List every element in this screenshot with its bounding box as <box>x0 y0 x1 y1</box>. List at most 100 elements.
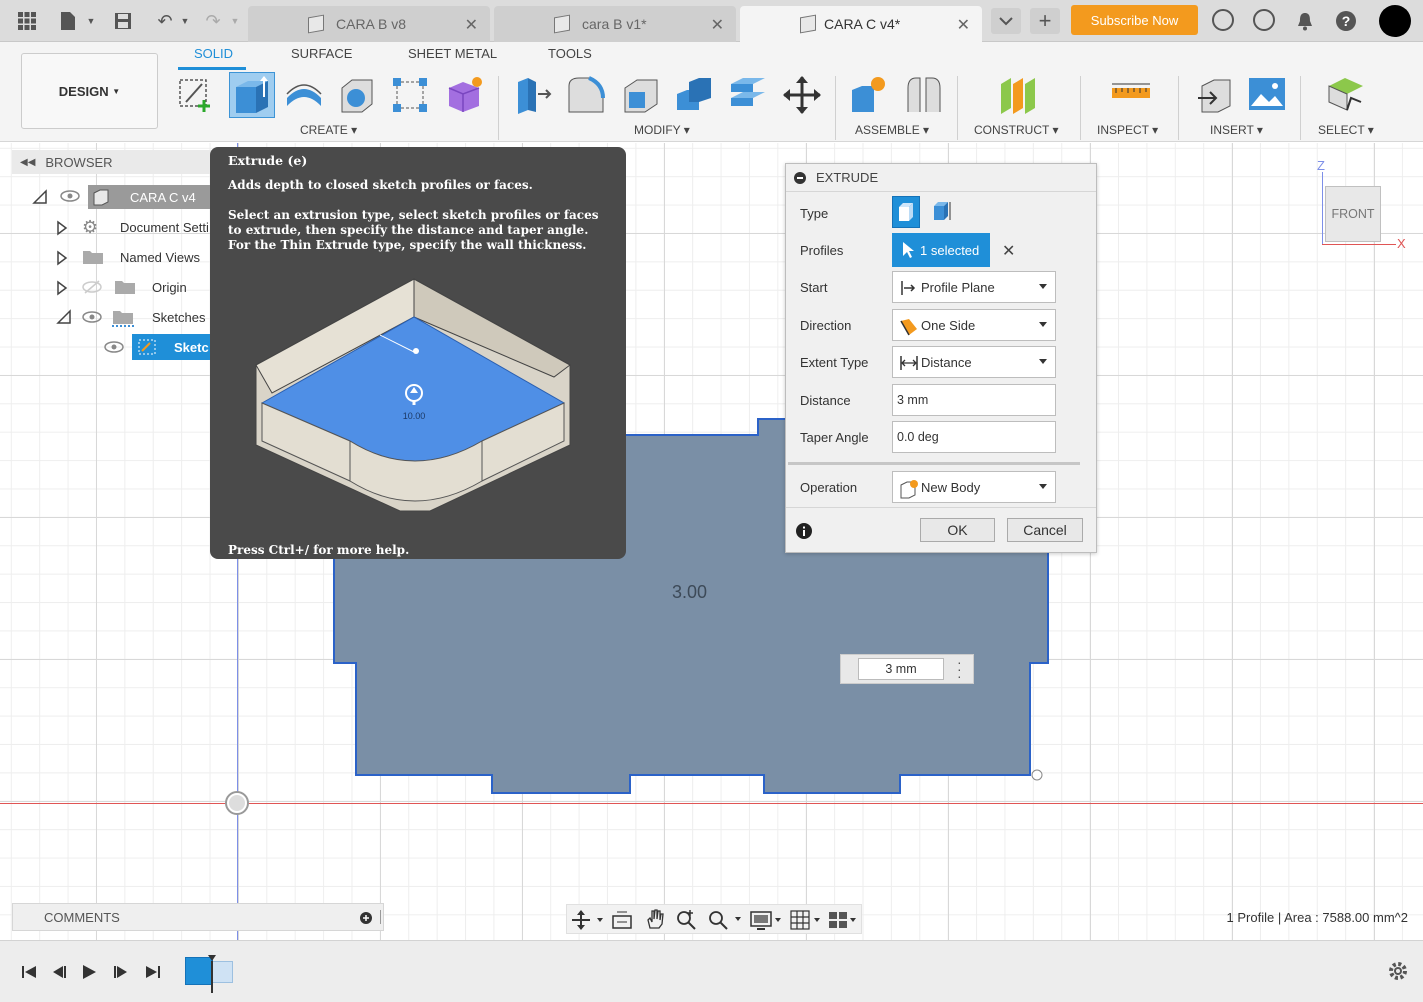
browser-root-item[interactable]: CARA C v4 <box>12 183 212 211</box>
distance-input[interactable]: 3 mm <box>892 384 1056 416</box>
browser-item-origin[interactable]: Origin <box>12 273 212 301</box>
timeline-sketch-feature[interactable] <box>183 955 239 993</box>
expand-triangle-icon[interactable] <box>32 189 48 208</box>
close-tab-icon[interactable]: ✕ <box>957 15 970 35</box>
hidden-eye-icon[interactable] <box>82 280 102 297</box>
step-forward-icon[interactable] <box>110 961 132 983</box>
undo-chevron-icon[interactable]: ▼ <box>172 8 198 34</box>
document-tab-cara-b-v8[interactable]: CARA B v8 ✕ <box>248 6 490 42</box>
collapse-browser-icon[interactable]: ◀◀ <box>20 157 35 168</box>
one-side-extrude-type-button[interactable] <box>892 196 920 228</box>
tab-surface[interactable]: SURFACE <box>291 46 352 61</box>
panel-resize-handle[interactable] <box>380 910 382 924</box>
extent-type-dropdown[interactable]: Distance <box>892 346 1056 378</box>
add-comment-icon[interactable] <box>360 912 372 927</box>
insert-derive-icon[interactable] <box>1194 74 1236 116</box>
viewports-icon[interactable] <box>827 909 861 934</box>
close-tab-icon[interactable]: ✕ <box>711 15 724 35</box>
orbit-icon[interactable] <box>571 909 603 934</box>
play-icon[interactable] <box>78 961 100 983</box>
info-icon[interactable] <box>796 523 812 542</box>
expand-triangle-icon[interactable] <box>56 309 72 328</box>
direction-dropdown[interactable]: One Side <box>892 309 1056 341</box>
assemble-group-label[interactable]: ASSEMBLE ▾ <box>855 123 929 137</box>
expand-triangle-icon[interactable] <box>56 280 68 299</box>
more-options-icon[interactable]: · · · <box>957 655 963 683</box>
browser-item-sketches[interactable]: Sketches <box>12 303 212 331</box>
expand-triangle-icon[interactable] <box>56 220 68 239</box>
pan-hand-icon[interactable] <box>644 908 666 933</box>
grid-settings-icon[interactable] <box>789 909 823 934</box>
view-cube[interactable]: Z X FRONT <box>1317 156 1407 256</box>
tab-overflow-chevron-icon[interactable] <box>991 8 1021 34</box>
app-grid-icon[interactable] <box>14 8 40 34</box>
display-settings-icon[interactable] <box>749 909 783 934</box>
browser-item-named-views[interactable]: Named Views <box>12 243 212 271</box>
insert-canvas-icon[interactable] <box>1247 74 1289 116</box>
view-cube-front-face[interactable]: FRONT <box>1325 186 1381 242</box>
construct-group-label[interactable]: CONSTRUCT ▾ <box>974 123 1058 137</box>
zoom-icon[interactable] <box>675 908 697 933</box>
select-icon[interactable] <box>1325 74 1367 116</box>
extrude-icon[interactable] <box>229 72 275 118</box>
form-icon[interactable] <box>443 74 485 116</box>
new-tab-plus-icon[interactable]: + <box>1030 8 1060 34</box>
start-dropdown[interactable]: Profile Plane <box>892 271 1056 303</box>
create-sketch-icon[interactable] <box>176 74 218 116</box>
save-icon[interactable] <box>110 8 136 34</box>
extensions-icon[interactable] <box>1212 9 1234 31</box>
job-status-icon[interactable] <box>1253 9 1275 31</box>
offset-face-icon[interactable] <box>727 74 769 116</box>
help-icon[interactable]: ? <box>1333 8 1359 34</box>
visibility-eye-icon[interactable] <box>104 340 124 357</box>
revolve-icon[interactable] <box>283 74 325 116</box>
extrude-dialog-header[interactable]: EXTRUDE <box>786 164 1096 192</box>
shell-icon[interactable] <box>619 74 661 116</box>
distance-manipulator-input[interactable]: 3 mm <box>858 658 944 680</box>
taper-angle-input[interactable]: 0.0 deg <box>892 421 1056 453</box>
tab-tools[interactable]: TOOLS <box>548 46 592 61</box>
inspect-group-label[interactable]: INSPECT ▾ <box>1097 123 1158 137</box>
combine-icon[interactable] <box>673 74 715 116</box>
comments-panel[interactable]: COMMENTS <box>12 903 384 931</box>
insert-group-label[interactable]: INSERT ▾ <box>1210 123 1263 137</box>
thin-extrude-type-button[interactable] <box>928 196 956 228</box>
go-to-start-icon[interactable] <box>18 961 40 983</box>
expand-triangle-icon[interactable] <box>56 250 68 269</box>
go-to-end-icon[interactable] <box>142 961 164 983</box>
browser-item-sketch[interactable]: Sketc <box>12 333 212 361</box>
document-tab-cara-c-v4[interactable]: CARA C v4* ✕ <box>740 6 982 42</box>
browser-item-document-settings[interactable]: ⚙ Document Setti <box>12 213 212 241</box>
profiles-selection-button[interactable]: 1 selected <box>892 233 990 267</box>
browser-header[interactable]: ◀◀ BROWSER <box>12 150 222 174</box>
collapse-dialog-icon[interactable] <box>794 172 806 184</box>
workspace-switcher-button[interactable]: DESIGN ▼ <box>21 53 158 129</box>
fit-zoom-icon[interactable] <box>707 908 741 933</box>
file-menu-chevron-icon[interactable]: ▼ <box>78 8 104 34</box>
measure-icon[interactable] <box>1110 74 1152 116</box>
tab-sheet-metal[interactable]: SHEET METAL <box>408 46 497 61</box>
redo-chevron-icon[interactable]: ▼ <box>222 8 248 34</box>
move-copy-icon[interactable] <box>781 74 823 116</box>
rectangular-pattern-icon[interactable] <box>389 74 431 116</box>
press-pull-icon[interactable] <box>512 74 554 116</box>
new-component-icon[interactable] <box>848 74 890 116</box>
operation-dropdown[interactable]: New Body <box>892 471 1056 503</box>
select-group-label[interactable]: SELECT ▾ <box>1318 123 1374 137</box>
tab-solid[interactable]: SOLID <box>194 46 233 61</box>
timeline-settings-gear-icon[interactable] <box>1387 960 1409 985</box>
visibility-eye-icon[interactable] <box>60 189 80 206</box>
visibility-eye-icon[interactable] <box>82 310 102 327</box>
fillet-icon[interactable] <box>565 74 607 116</box>
look-at-icon[interactable] <box>611 910 633 933</box>
offset-plane-icon[interactable] <box>997 74 1039 116</box>
close-tab-icon[interactable]: ✕ <box>465 15 478 35</box>
modify-group-label[interactable]: MODIFY ▾ <box>634 123 690 137</box>
user-avatar[interactable] <box>1379 5 1411 37</box>
create-group-label[interactable]: CREATE ▾ <box>300 123 357 137</box>
sweep-icon[interactable] <box>336 74 378 116</box>
joint-icon[interactable] <box>902 74 944 116</box>
notifications-bell-icon[interactable] <box>1292 8 1318 34</box>
cancel-button[interactable]: Cancel <box>1007 518 1083 542</box>
step-back-icon[interactable] <box>48 961 70 983</box>
